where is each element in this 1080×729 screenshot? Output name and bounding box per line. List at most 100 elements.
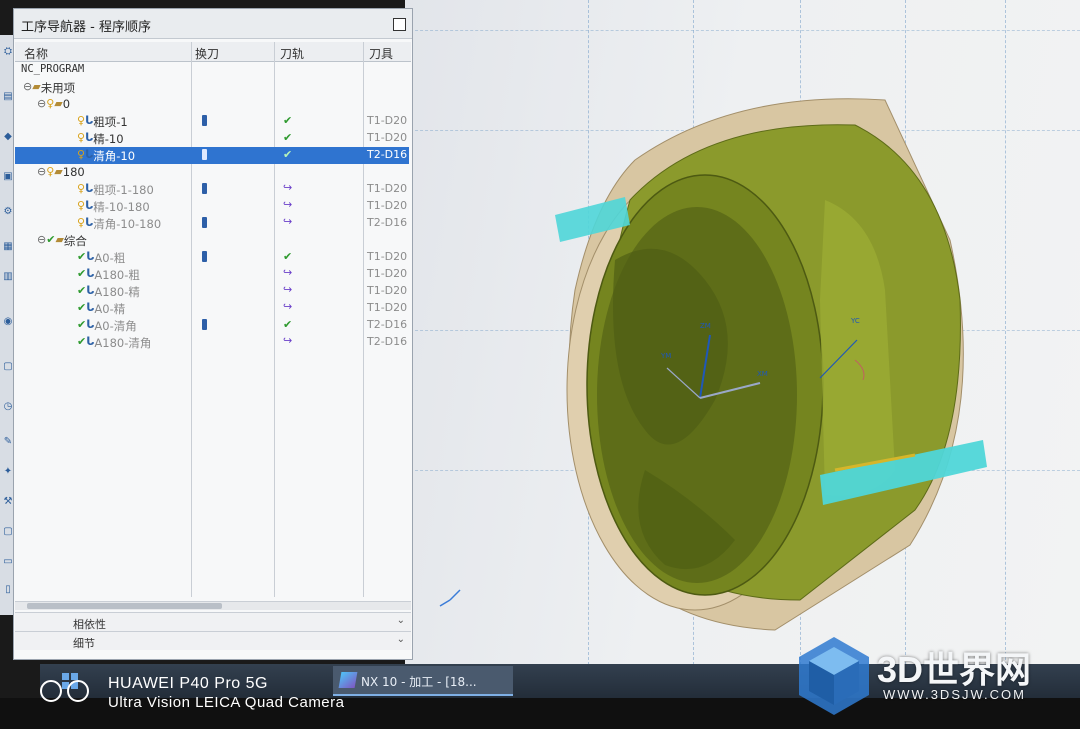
operation-row[interactable]: ✔ᒐ A0-清角 ✔ T2-D16 xyxy=(15,317,409,334)
tool-cell: T1-D20 xyxy=(367,131,408,144)
row-name-cell: ✔ᒐ A180-精 xyxy=(77,284,140,300)
operation-row[interactable]: ♀ᒐ 粗项-1 ✔ T1-D20 xyxy=(15,113,409,130)
row-name-cell: ♀ᒐ 粗项-1 xyxy=(77,114,128,130)
row-label: A180-清角 xyxy=(94,336,152,350)
dependency-panel[interactable]: 相依性 ⌄ xyxy=(15,612,411,631)
column-toolchange[interactable]: 换刀 xyxy=(195,45,219,62)
scrollbar-thumb[interactable] xyxy=(27,603,222,609)
collapse-icon[interactable]: ⊖ xyxy=(37,233,46,246)
toolchange-icon xyxy=(202,115,207,126)
operation-row[interactable]: ✔ᒐ A0-精 ↪ T1-D20 xyxy=(15,300,409,317)
camera-model-text: HUAWEI P40 Pro 5G xyxy=(108,675,268,692)
status-regenerate-icon: ♀ xyxy=(46,97,55,110)
row-name-cell: ♀ᒐ 粗项-1-180 xyxy=(77,182,154,198)
site-logo: 3D世界网 WWW.3DSJW.COM xyxy=(795,633,1065,721)
program-folder-icon: ▰ xyxy=(54,165,63,178)
toolpath-regenerate-icon: ↪ xyxy=(283,334,293,347)
row-name-cell: ♀ᒐ 精-10-180 xyxy=(77,199,150,215)
row-label: A180-精 xyxy=(94,285,140,299)
tool-cell: T2-D16 xyxy=(367,335,408,348)
row-label: A0-清角 xyxy=(94,319,137,333)
row-label: 粗项-1 xyxy=(93,115,128,129)
toolpath-regenerate-icon: ↪ xyxy=(283,300,293,313)
chevron-down-icon[interactable]: ⌄ xyxy=(397,634,405,645)
tool-cell: T1-D20 xyxy=(367,114,408,127)
row-label: 粗项-1-180 xyxy=(93,183,154,197)
zm-axis-label: ZM xyxy=(700,322,711,330)
program-group-row[interactable]: ⊖ ♀▰180 xyxy=(15,164,409,181)
operation-row[interactable]: ✔ᒐ A0-粗 ✔ T1-D20 xyxy=(15,249,409,266)
row-label: 精-10-180 xyxy=(93,200,150,214)
chevron-down-icon[interactable]: ⌄ xyxy=(397,615,405,626)
collapse-icon[interactable]: ⊖ xyxy=(37,97,46,110)
toolpath-regenerate-icon: ↪ xyxy=(283,266,293,279)
toolpath-regenerate-icon: ↪ xyxy=(283,283,293,296)
program-group-row[interactable]: ⊖ ♀▰0 xyxy=(15,96,409,113)
operation-row[interactable]: ♀ᒐ 清角-10 ✔ T2-D16 xyxy=(15,147,409,164)
taskbar-window-title: NX 10 - 加工 - [18... xyxy=(361,675,477,689)
operation-row[interactable]: ♀ᒐ 清角-10-180 ↪ T2-D16 xyxy=(15,215,409,232)
toolpath-regenerate-icon: ↪ xyxy=(283,181,293,194)
row-name-cell: ♀ᒐ 清角-10-180 xyxy=(77,216,161,232)
tool-cell: T1-D20 xyxy=(367,182,408,195)
column-name[interactable]: 名称 xyxy=(24,45,48,62)
operation-row[interactable]: ♀ᒐ 粗项-1-180 ↪ T1-D20 xyxy=(15,181,409,198)
column-tool[interactable]: 刀具 xyxy=(369,45,393,62)
operation-row[interactable]: ♀ᒐ 精-10 ✔ T1-D20 xyxy=(15,130,409,147)
operation-navigator: 工序导航器 - 程序顺序 名称 换刀 刀轨 刀具 NC_PROGRAM ⊖ ▰ … xyxy=(13,8,413,660)
program-folder-icon: ▰ xyxy=(55,233,64,246)
yc-axis-label: YC xyxy=(851,317,860,325)
row-label: A0-精 xyxy=(94,302,126,316)
tool-cell: T2-D16 xyxy=(367,216,408,229)
status-complete-icon: ✔ xyxy=(77,267,87,280)
column-toolpath[interactable]: 刀轨 xyxy=(280,45,304,62)
leica-rings-icon xyxy=(40,680,89,702)
screen: ZM XM YM YC ⛭ ▤ ◆ ▣ ⚙ ▦ ▥ ◉ ▢ ◷ ✎ ✦ ⚒ ▢ … xyxy=(0,0,1080,729)
collapse-icon[interactable]: ⊖ xyxy=(23,80,32,93)
collapse-icon[interactable]: ⊖ xyxy=(37,165,46,178)
toolchange-icon xyxy=(202,149,207,160)
status-regenerate-icon: ♀ xyxy=(77,182,86,195)
row-label: 180 xyxy=(62,165,85,179)
operation-row[interactable]: ✔ᒐ A180-清角 ↪ T2-D16 xyxy=(15,334,409,351)
toolpath-complete-icon: ✔ xyxy=(283,318,293,331)
program-group-row[interactable]: ⊖ ✔▰综合 xyxy=(15,232,409,249)
row-label: 清角-10 xyxy=(93,149,136,163)
row-name-cell: ✔ᒐ A180-粗 xyxy=(77,267,140,283)
operation-row[interactable]: ✔ᒐ A180-精 ↪ T1-D20 xyxy=(15,283,409,300)
status-complete-icon: ✔ xyxy=(46,233,56,246)
toolpath-complete-icon: ✔ xyxy=(283,131,293,144)
status-regenerate-icon: ♀ xyxy=(46,165,55,178)
navigator-title: 工序导航器 - 程序顺序 xyxy=(14,9,412,39)
toolpath-regenerate-icon: ↪ xyxy=(283,198,293,211)
operation-row[interactable]: ♀ᒐ 精-10-180 ↪ T1-D20 xyxy=(15,198,409,215)
row-name-cell: ⊖ ♀▰180 xyxy=(37,165,85,179)
camera-lens-text: Ultra Vision LEICA Quad Camera xyxy=(108,694,345,711)
toolpath-complete-icon: ✔ xyxy=(283,148,293,161)
row-label: A0-粗 xyxy=(94,251,126,265)
program-folder-icon: ▰ xyxy=(54,97,63,110)
status-complete-icon: ✔ xyxy=(77,250,87,263)
status-complete-icon: ✔ xyxy=(77,284,87,297)
status-regenerate-icon: ♀ xyxy=(77,114,86,127)
graphics-viewport[interactable]: ZM XM YM YC xyxy=(405,0,1080,665)
status-regenerate-icon: ♀ xyxy=(77,148,86,161)
dependency-label: 相依性 xyxy=(73,618,106,631)
horizontal-scrollbar[interactable] xyxy=(15,601,411,610)
cube-logo-icon xyxy=(799,637,869,715)
details-panel[interactable]: 细节 ⌄ xyxy=(15,631,411,650)
ym-axis-label: YM xyxy=(661,352,672,360)
row-label: 未用项 xyxy=(40,81,76,95)
maximize-icon[interactable] xyxy=(393,18,406,31)
navigator-column-header: 名称 换刀 刀轨 刀具 xyxy=(15,42,411,62)
toolpath-complete-icon: ✔ xyxy=(283,114,293,127)
program-group-row[interactable]: ⊖ ▰ 未用项 xyxy=(15,79,409,96)
tree-root[interactable]: NC_PROGRAM xyxy=(15,62,409,79)
operation-row[interactable]: ✔ᒐ A180-粗 ↪ T1-D20 xyxy=(15,266,409,283)
site-name: 3D世界网 xyxy=(877,649,1032,690)
toolchange-icon xyxy=(202,183,207,194)
row-name-cell: ✔ᒐ A0-精 xyxy=(77,301,125,317)
toolpath-regenerate-icon: ↪ xyxy=(283,215,293,228)
part-model[interactable] xyxy=(405,0,1080,665)
taskbar-nx-window[interactable]: NX 10 - 加工 - [18... xyxy=(333,666,513,696)
